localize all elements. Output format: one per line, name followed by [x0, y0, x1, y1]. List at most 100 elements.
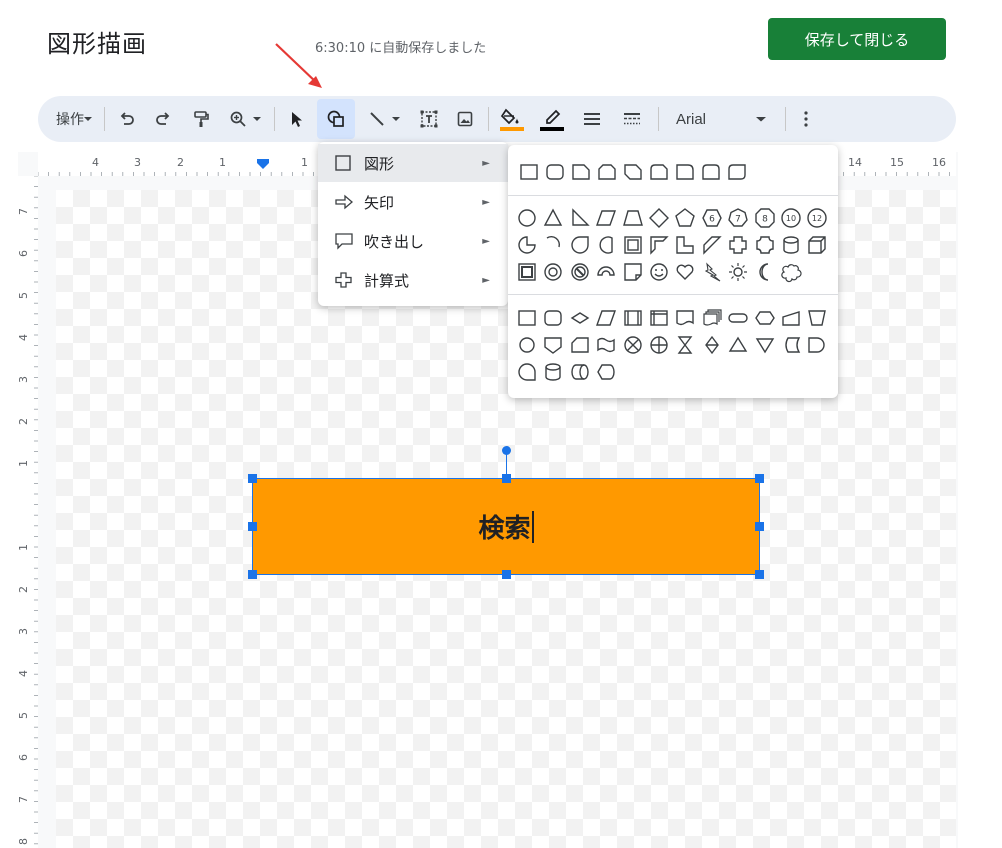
menu-item-shapes[interactable]: 図形 ► [318, 144, 508, 182]
shape-flowchart-data-icon[interactable] [595, 307, 617, 329]
shape-flowchart-merge-icon[interactable] [754, 334, 776, 356]
shape-lightning-icon[interactable] [701, 261, 723, 283]
shape-flowchart-manual-operation-icon[interactable] [806, 307, 828, 329]
shape-flowchart-document-icon[interactable] [674, 307, 696, 329]
resize-handle-n[interactable] [502, 474, 511, 483]
menu-item-arrows[interactable]: 矢印 ► [318, 183, 508, 221]
shape-flowchart-punched-tape-icon[interactable] [595, 334, 617, 356]
shape-bevel-icon[interactable] [516, 261, 538, 283]
menu-item-callouts[interactable]: 吹き出し ► [318, 222, 508, 260]
shape-right-triangle-icon[interactable] [569, 207, 591, 229]
shape-flowchart-sort-icon[interactable] [701, 334, 723, 356]
shape-rectangle-icon[interactable] [518, 161, 540, 183]
shape-decagon-10-icon[interactable]: 10 [780, 207, 802, 229]
menu-item-equations[interactable]: 計算式 ► [318, 261, 508, 299]
shape-flowchart-delay-icon[interactable] [806, 334, 828, 356]
shape-snip-diagonal-rectangle-icon[interactable] [622, 161, 644, 183]
shape-round-single-corner-rectangle-icon[interactable] [674, 161, 696, 183]
shape-half-frame-icon[interactable] [648, 234, 670, 256]
ruler-indent-marker[interactable] [256, 158, 270, 170]
shape-block-arc-icon[interactable] [595, 261, 617, 283]
redo-button[interactable] [150, 96, 176, 142]
shape-flowchart-or-icon[interactable] [648, 334, 670, 356]
shape-trapezoid-icon[interactable] [622, 207, 644, 229]
shape-flowchart-summing-junction-icon[interactable] [622, 334, 644, 356]
more-options-button[interactable] [794, 96, 818, 142]
shape-round-diagonal-rectangle-icon[interactable] [726, 161, 748, 183]
shape-diagonal-stripe-icon[interactable] [701, 234, 723, 256]
shape-flowchart-magnetic-disk-icon[interactable] [542, 361, 564, 383]
shape-can-icon[interactable] [780, 234, 802, 256]
shape-dodecagon-12-icon[interactable]: 12 [806, 207, 828, 229]
shape-rounded-rectangle-icon[interactable] [544, 161, 566, 183]
textbox-tool-button[interactable] [414, 96, 444, 142]
shape-flowchart-offpage-connector-icon[interactable] [542, 334, 564, 356]
shape-sun-icon[interactable] [727, 261, 749, 283]
shape-snip-corner-rectangle-icon[interactable] [570, 161, 592, 183]
fill-color-button[interactable] [496, 96, 528, 142]
shape-text[interactable]: 検索 [253, 479, 759, 574]
shape-folded-corner-icon[interactable] [622, 261, 644, 283]
shape-plus-icon[interactable] [727, 234, 749, 256]
shape-tool-button[interactable] [319, 96, 353, 142]
shape-cloud-icon[interactable] [780, 261, 802, 283]
shape-pie-icon[interactable] [516, 234, 538, 256]
shape-heart-icon[interactable] [674, 261, 696, 283]
shape-parallelogram-icon[interactable] [595, 207, 617, 229]
line-tool-button[interactable] [362, 96, 406, 142]
shape-l-shape-icon[interactable] [674, 234, 696, 256]
resize-handle-s[interactable] [502, 570, 511, 579]
shape-no-symbol-icon[interactable] [569, 261, 591, 283]
shape-flowchart-connector-icon[interactable] [516, 334, 538, 356]
shape-arc-icon[interactable] [542, 234, 564, 256]
shape-flowchart-stored-data-icon[interactable] [780, 334, 802, 356]
shape-flowchart-decision-icon[interactable] [569, 307, 591, 329]
resize-handle-sw[interactable] [248, 570, 257, 579]
shape-diamond-icon[interactable] [648, 207, 670, 229]
shape-triangle-icon[interactable] [542, 207, 564, 229]
resize-handle-se[interactable] [755, 570, 764, 579]
orange-rectangle-shape[interactable]: 検索 [252, 478, 760, 575]
line-color-button[interactable] [536, 96, 568, 142]
shape-plaque-icon[interactable] [754, 234, 776, 256]
shape-flowchart-alternate-process-icon[interactable] [542, 307, 564, 329]
resize-handle-nw[interactable] [248, 474, 257, 483]
shape-smiley-icon[interactable] [648, 261, 670, 283]
line-weight-button[interactable] [578, 96, 606, 142]
shape-flowchart-direct-access-storage-icon[interactable] [569, 361, 591, 383]
shape-teardrop-icon[interactable] [569, 234, 591, 256]
shape-flowchart-internal-storage-icon[interactable] [648, 307, 670, 329]
shape-flowchart-predefined-process-icon[interactable] [622, 307, 644, 329]
paint-format-button[interactable] [188, 96, 214, 142]
actions-menu-button[interactable]: 操作 [50, 96, 98, 142]
shape-flowchart-process-icon[interactable] [516, 307, 538, 329]
insert-image-button[interactable] [452, 96, 478, 142]
line-dash-button[interactable] [618, 96, 646, 142]
shape-frame-icon[interactable] [622, 234, 644, 256]
font-select[interactable]: Arial [666, 96, 776, 142]
shape-hexagon-6-icon[interactable]: 6 [701, 207, 723, 229]
shape-flowchart-sequential-access-storage-icon[interactable] [516, 361, 538, 383]
shape-flowchart-manual-input-icon[interactable] [780, 307, 802, 329]
shape-flowchart-card-icon[interactable] [569, 334, 591, 356]
shape-round-same-side-rectangle-icon[interactable] [700, 161, 722, 183]
save-and-close-button[interactable]: 保存して閉じる [768, 18, 946, 60]
shape-heptagon-7-icon[interactable]: 7 [727, 207, 749, 229]
shape-donut-icon[interactable] [542, 261, 564, 283]
shape-chord-icon[interactable] [595, 234, 617, 256]
undo-button[interactable] [114, 96, 140, 142]
shape-pentagon-icon[interactable] [674, 207, 696, 229]
shape-flowchart-extract-icon[interactable] [727, 334, 749, 356]
shape-snip-same-side-rectangle-icon[interactable] [596, 161, 618, 183]
shape-flowchart-terminator-icon[interactable] [727, 307, 749, 329]
shape-flowchart-multidocument-icon[interactable] [701, 307, 723, 329]
shape-flowchart-preparation-icon[interactable] [754, 307, 776, 329]
zoom-button[interactable] [224, 96, 266, 142]
shape-moon-icon[interactable] [754, 261, 776, 283]
shape-snip-round-rectangle-icon[interactable] [648, 161, 670, 183]
rotation-handle[interactable] [502, 446, 511, 455]
shape-octagon-8-icon[interactable]: 8 [754, 207, 776, 229]
shape-cube-icon[interactable] [806, 234, 828, 256]
shape-flowchart-display-icon[interactable] [595, 361, 617, 383]
resize-handle-ne[interactable] [755, 474, 764, 483]
